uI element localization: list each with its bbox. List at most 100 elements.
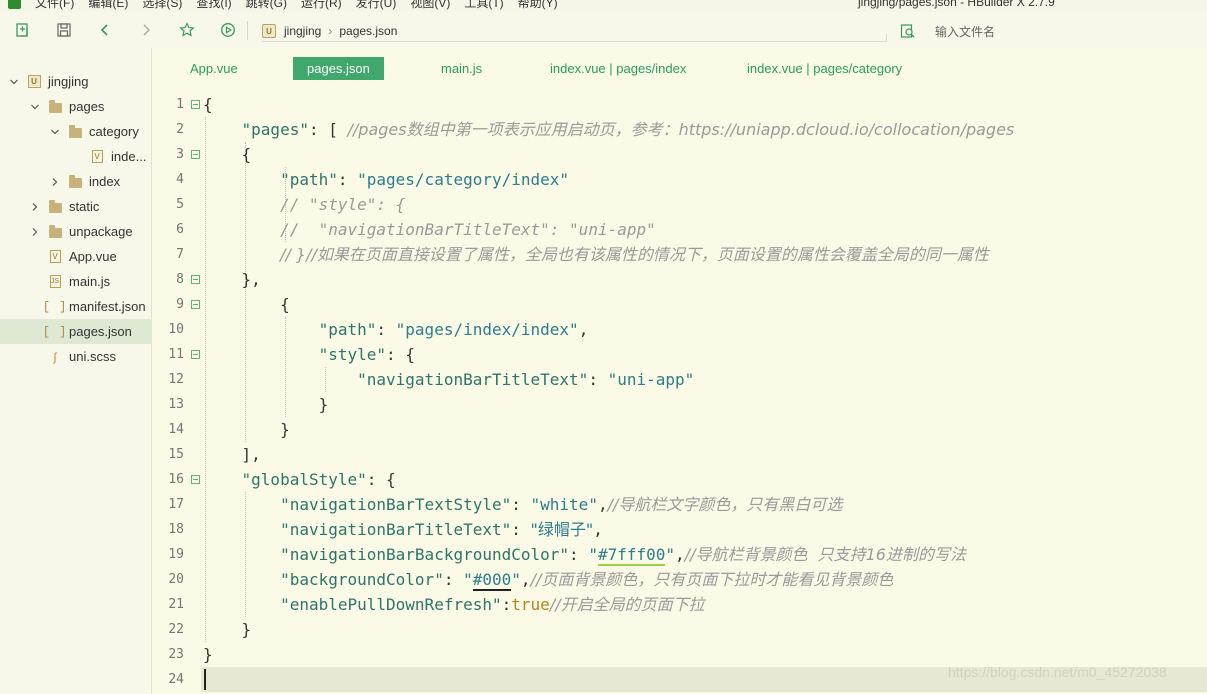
chevron-down-icon[interactable] xyxy=(9,77,19,87)
chevron-right-icon[interactable] xyxy=(30,202,40,212)
run-icon[interactable] xyxy=(219,21,237,39)
code-line[interactable]: "style": { xyxy=(203,342,415,367)
new-file-icon[interactable] xyxy=(14,21,32,39)
tab-index-vue-pages-category[interactable]: index.vue | pages/category xyxy=(747,57,902,80)
code-line[interactable]: "globalStyle": { xyxy=(203,467,396,492)
breadcrumb-project[interactable]: jingjing xyxy=(284,24,321,38)
code-line[interactable]: } xyxy=(203,642,213,667)
file-search-input[interactable]: 输入文件名 xyxy=(935,23,995,40)
line-number: 8 xyxy=(176,272,184,287)
tree-item-app-vue[interactable]: V App.vue xyxy=(0,244,152,269)
tree-item-category[interactable]: category xyxy=(0,119,152,144)
code-editor[interactable]: 1 2 3 4 5 6 7 8 9 10 11 12 13 14 15 16 17 18 19 20 21 22 23 24 … xyxy=(153,88,1207,694)
chevron-right-icon[interactable] xyxy=(30,227,40,237)
code-token: "enablePullDownRefresh" xyxy=(280,595,502,614)
tree-item-jingjing[interactable]: U jingjing xyxy=(0,69,152,94)
menu-item[interactable]: 跳转(G) xyxy=(246,0,287,11)
code-line[interactable]: // }//如果在页面直接设置了属性，全局也有该属性的情况下，页面设置的属性会覆… xyxy=(203,242,989,267)
line-number: 4 xyxy=(176,172,184,187)
tree-item-pages-json[interactable]: [ ] pages.json xyxy=(0,319,152,344)
save-icon[interactable] xyxy=(55,21,73,39)
code-token: " xyxy=(511,570,521,589)
tree-item-label: manifest.json xyxy=(69,299,146,314)
scss-file-icon: ʃ xyxy=(53,349,57,364)
code-line[interactable]: }, xyxy=(203,267,261,292)
code-line[interactable]: "navigationBarBackgroundColor": "#7fff00… xyxy=(203,542,966,567)
code-token: } xyxy=(203,395,329,414)
tree-item-category-index-vue[interactable]: V inde... xyxy=(0,144,152,169)
fold-toggle-icon[interactable] xyxy=(191,150,200,159)
menu-item[interactable]: 编辑(E) xyxy=(88,0,128,11)
tab-app-vue[interactable]: App.vue xyxy=(190,57,238,80)
tree-item-label: inde... xyxy=(111,149,147,164)
tree-item-unpackage[interactable]: unpackage xyxy=(0,219,152,244)
tree-item-label: pages xyxy=(69,99,105,114)
file-search-box[interactable]: 输入文件名 xyxy=(900,22,995,40)
tree-item-pages[interactable]: pages xyxy=(0,94,152,119)
menu-item[interactable]: 查找(I) xyxy=(196,0,231,11)
code-token: #7fff00 xyxy=(597,545,666,566)
code-token: }, xyxy=(203,270,261,289)
code-line[interactable]: { xyxy=(203,92,213,117)
tree-item-static[interactable]: static xyxy=(0,194,152,219)
code-line[interactable]: "path": "pages/category/index" xyxy=(203,167,569,192)
code-token: "style" xyxy=(318,345,387,364)
forward-icon[interactable] xyxy=(137,21,155,39)
fold-toggle-icon[interactable] xyxy=(191,275,200,284)
code-line[interactable]: } xyxy=(203,617,252,642)
code-line[interactable]: "navigationBarTitleText": "绿帽子", xyxy=(203,517,603,542)
breadcrumb-file[interactable]: pages.json xyxy=(339,24,397,38)
code-line[interactable]: "navigationBarTitleText": "uni-app" xyxy=(203,367,694,392)
folder-icon xyxy=(68,124,82,139)
tab-pages-json[interactable]: pages.json xyxy=(293,57,384,80)
menu-item[interactable]: 发行(U) xyxy=(356,0,397,11)
code-line[interactable]: } xyxy=(203,392,329,417)
tree-item-index[interactable]: index xyxy=(0,169,152,194)
chevron-down-icon[interactable] xyxy=(50,127,60,137)
code-token: "pages/index/index" xyxy=(395,320,579,339)
menu-item[interactable]: 选择(S) xyxy=(142,0,182,11)
code-line[interactable]: // "navigationBarTitleText": "uni-app" xyxy=(203,217,656,242)
code-token: "globalStyle" xyxy=(241,470,367,489)
tree-item-manifest-json[interactable]: [ ] manifest.json xyxy=(0,294,152,319)
back-icon[interactable] xyxy=(96,21,114,39)
fold-toggle-icon[interactable] xyxy=(191,300,200,309)
menu-item[interactable]: 运行(R) xyxy=(301,0,342,11)
code-token: { xyxy=(203,95,213,114)
line-number: 3 xyxy=(176,147,184,162)
menu-item[interactable]: 文件(F) xyxy=(35,0,74,11)
menu-item[interactable]: 工具(T) xyxy=(464,0,503,11)
fold-toggle-icon[interactable] xyxy=(191,100,200,109)
star-icon[interactable] xyxy=(178,21,196,39)
code-token: { xyxy=(203,145,252,164)
tree-item-main-js[interactable]: JS main.js xyxy=(0,269,152,294)
code-line[interactable]: } xyxy=(203,417,290,442)
code-line[interactable]: "path": "pages/index/index", xyxy=(203,317,589,342)
menu-item[interactable]: 帮助(Y) xyxy=(518,0,558,11)
tab-main-js[interactable]: main.js xyxy=(441,57,482,80)
vue-file-icon: V xyxy=(90,150,104,164)
code-line[interactable]: "backgroundColor": "#000",//页面背景颜色，只有页面下… xyxy=(203,567,893,592)
code-line[interactable]: // "style": { xyxy=(203,192,405,217)
tab-index-vue-pages-index[interactable]: index.vue | pages/index xyxy=(550,57,686,80)
code-line[interactable]: { xyxy=(203,292,290,317)
line-number: 16 xyxy=(168,472,184,487)
chevron-right-icon[interactable] xyxy=(50,177,60,187)
chevron-down-icon[interactable] xyxy=(30,102,40,112)
code-line[interactable]: ], xyxy=(203,442,261,467)
code-line[interactable]: "navigationBarTextStyle": "white",//导航栏文… xyxy=(203,492,842,517)
code-line[interactable]: "pages": [ //pages数组中第一项表示应用启动页，参考：https… xyxy=(203,117,1015,142)
fold-toggle-icon[interactable] xyxy=(191,350,200,359)
fold-toggle-icon[interactable] xyxy=(191,475,200,484)
breadcrumb-underline-end xyxy=(886,34,887,42)
menu-bar: 文件(F) 编辑(E) 选择(S) 查找(I) 跳转(G) 运行(R) 发行(U) 视图(V)… xyxy=(0,0,1207,12)
code-line[interactable]: "enablePullDownRefresh":true//开启全局的页面下拉 xyxy=(203,592,705,617)
menu-item[interactable]: 视图(V) xyxy=(410,0,450,11)
code-line[interactable]: { xyxy=(203,142,252,167)
tree-item-uni-scss[interactable]: ʃ uni.scss xyxy=(0,344,152,369)
